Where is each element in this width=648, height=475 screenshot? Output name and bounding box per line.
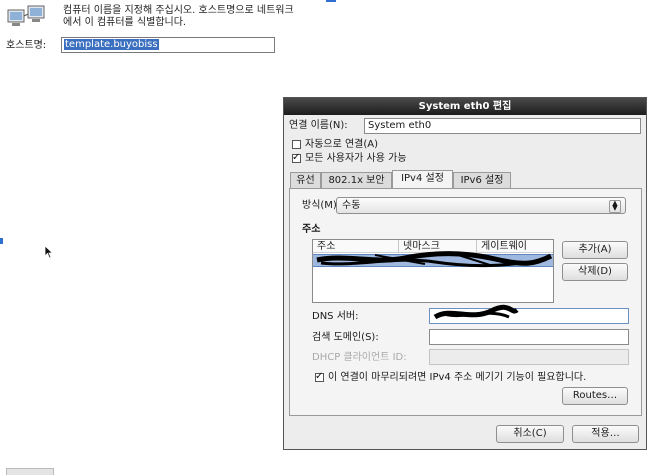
apply-button[interactable]: 적용…	[572, 425, 639, 443]
delete-address-button[interactable]: 삭제(D)	[562, 263, 628, 281]
all-users-label: 모든 사용자가 사용 가능	[305, 153, 407, 164]
auto-connect-label: 자동으로 연결(A)	[305, 139, 379, 150]
tab-wired[interactable]: 유선	[290, 172, 321, 188]
window-edge	[326, 0, 336, 2]
hostname-value: template.buyobiss	[64, 39, 159, 50]
search-domain-label: 검색 도메인(S):	[312, 332, 379, 343]
tab-ipv4-settings[interactable]: IPv4 설정	[392, 170, 453, 189]
dns-redaction-scribble	[433, 304, 519, 320]
dns-servers-label: DNS 서버:	[312, 311, 359, 322]
require-ipv4-check-icon[interactable]	[315, 370, 324, 384]
require-ipv4-checkbox[interactable]: 이 연결이 마무리되려면 IPv4 주소 메기기 기능이 필요합니다.	[315, 370, 587, 385]
method-select[interactable]: 수동 ▲ ▼	[336, 197, 626, 214]
edit-connection-dialog: System eth0 편집 연결 이름(N): System eth0 자동으…	[283, 97, 647, 450]
method-value: 수동	[342, 200, 361, 211]
require-ipv4-label: 이 연결이 마무리되려면 IPv4 주소 메기기 기능이 필요합니다.	[328, 372, 587, 383]
connection-name-label: 연결 이름(N):	[289, 120, 348, 131]
dhcp-client-id-label: DHCP 클라이언트 ID:	[312, 352, 407, 363]
tab-ipv6-settings[interactable]: IPv6 설정	[453, 172, 511, 188]
hostname-input[interactable]: template.buyobiss	[61, 37, 275, 53]
add-address-button[interactable]: 추가(A)	[562, 241, 628, 259]
address-table[interactable]: 주소 넷마스크 게이트웨이	[312, 239, 554, 303]
instructions-line-2: 에서 이 컴퓨터를 식별합니다.	[63, 17, 187, 28]
auto-connect-checkbox[interactable]: 자동으로 연결(A)	[292, 138, 378, 152]
connection-name-input[interactable]: System eth0	[364, 118, 641, 134]
focus-marker	[0, 238, 3, 244]
select-arrows-icon: ▲ ▼	[609, 200, 621, 213]
redaction-scribble	[316, 251, 553, 268]
cancel-button[interactable]: 취소(C)	[496, 425, 564, 443]
tab-8021x-security[interactable]: 802.1x 보안	[321, 172, 392, 188]
auto-connect-check-icon[interactable]	[292, 139, 301, 149]
search-domain-input[interactable]	[429, 329, 629, 345]
routes-button[interactable]: Routes…	[562, 387, 628, 405]
instructions-line-1: 컴퓨터 이름을 지정해 주십시오. 호스트명으로 네트워크	[63, 5, 294, 16]
dialog-title[interactable]: System eth0 편집	[284, 98, 646, 115]
all-users-checkbox[interactable]: 모든 사용자가 사용 가능	[292, 151, 407, 166]
hostname-instructions: 컴퓨터 이름을 지정해 주십시오. 호스트명으로 네트워크 에서 이 컴퓨터를 …	[63, 5, 294, 29]
dhcp-client-id-input[interactable]	[429, 349, 629, 365]
hostname-label: 호스트명:	[6, 40, 47, 51]
all-users-check-icon[interactable]	[292, 151, 301, 165]
ipv4-settings-panel: 방식(M): 수동 ▲ ▼ 주소 주소 넷마스크 게이트웨이 추가(A) 삭제(D…	[289, 188, 642, 416]
method-label: 방식(M):	[302, 200, 341, 211]
mouse-pointer-icon	[44, 245, 54, 259]
network-computers-icon	[7, 5, 45, 26]
address-section-label: 주소	[302, 224, 321, 235]
